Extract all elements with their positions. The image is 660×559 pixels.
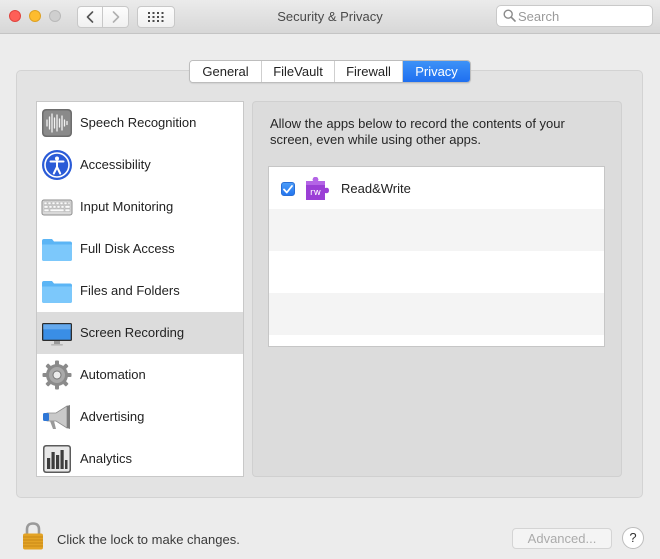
sidebar-item-advertising[interactable]: Advertising <box>37 396 243 438</box>
gear-icon <box>42 360 72 390</box>
folder-icon <box>42 281 72 303</box>
sidebar-item-label: Speech Recognition <box>80 115 197 130</box>
speech-waveform-icon <box>42 109 72 137</box>
list-item-empty <box>269 251 604 293</box>
app-name: Read&Write <box>341 181 411 196</box>
sidebar-item-label: Full Disk Access <box>80 241 175 256</box>
readwrite-puzzle-icon: rw <box>306 177 329 200</box>
tab-firewall[interactable]: Firewall <box>335 61 403 82</box>
app-enabled-checkbox[interactable] <box>281 182 295 196</box>
tab-general[interactable]: General <box>190 61 262 82</box>
sidebar-item-speech-recognition[interactable]: Speech Recognition <box>37 102 243 144</box>
display-icon <box>42 323 72 346</box>
sidebar-item-label: Analytics <box>80 451 133 466</box>
tab-filevault[interactable]: FileVault <box>262 61 335 82</box>
sidebar-item-screen-recording[interactable]: Screen Recording <box>37 312 243 354</box>
sidebar-item-full-disk-access[interactable]: Full Disk Access <box>37 228 243 270</box>
sidebar-item-label: Input Monitoring <box>80 199 174 214</box>
sidebar-item-files-and-folders[interactable]: Files and Folders <box>37 270 243 312</box>
title-bar: Security & Privacy <box>0 0 660 34</box>
sidebar-item-automation[interactable]: Automation <box>37 354 243 396</box>
tab-bar: General FileVault Firewall Privacy <box>189 60 471 83</box>
search-input[interactable] <box>518 8 646 24</box>
sidebar-item-accessibility[interactable]: Accessibility <box>37 144 243 186</box>
checkmark-icon <box>283 184 293 193</box>
sidebar-item-analytics[interactable]: Analytics <box>37 438 243 476</box>
sidebar-item-label: Accessibility <box>80 157 151 172</box>
keyboard-icon <box>41 199 73 216</box>
analytics-chart-icon <box>43 445 71 473</box>
sidebar-item-label: Screen Recording <box>80 325 185 340</box>
list-item-empty <box>269 209 604 251</box>
lock-hint-text: Click the lock to make changes. <box>57 532 240 547</box>
sidebar-item-label: Advertising <box>80 409 145 424</box>
sidebar-item-label: Files and Folders <box>80 283 180 298</box>
list-item-empty <box>269 335 604 346</box>
advanced-button[interactable]: Advanced... <box>512 528 612 549</box>
tab-privacy[interactable]: Privacy <box>403 61 470 82</box>
list-item-empty <box>269 293 604 335</box>
preferences-window: Security & Privacy General FileVault Fir… <box>0 0 660 559</box>
search-icon <box>503 9 516 22</box>
description-text: Allow the apps below to record the conte… <box>270 116 565 147</box>
help-button[interactable]: ? <box>622 527 644 549</box>
lock-icon[interactable] <box>20 521 46 551</box>
privacy-category-list: Speech Recognition Accessibility Input M… <box>36 101 244 477</box>
megaphone-icon <box>43 405 70 429</box>
search-field[interactable] <box>496 5 653 27</box>
folder-icon <box>42 239 72 261</box>
app-list[interactable]: rw Read&Write <box>268 166 605 347</box>
list-item[interactable]: rw Read&Write <box>269 167 604 209</box>
accessibility-icon <box>42 150 72 180</box>
sidebar-item-input-monitoring[interactable]: Input Monitoring <box>37 186 243 228</box>
sidebar-item-label: Automation <box>80 367 146 382</box>
svg-text:rw: rw <box>310 188 321 198</box>
